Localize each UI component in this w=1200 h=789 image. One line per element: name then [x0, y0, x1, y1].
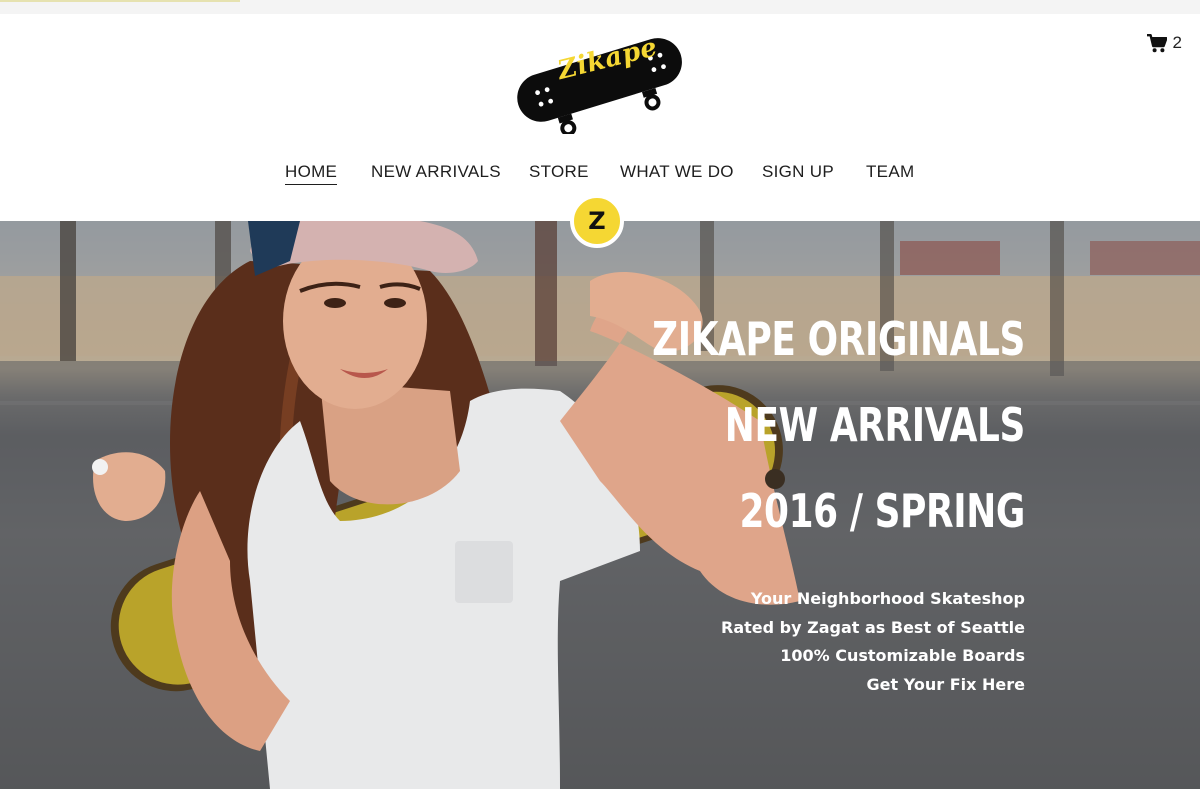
hero-features: Your Neighborhood Skateshop Rated by Zag… — [721, 585, 1025, 699]
site-header: Zikape 2 HOME NEW ARRIVALS STORE WHAT WE… — [0, 14, 1200, 221]
cart-button[interactable]: 2 — [1146, 33, 1182, 53]
cart-icon — [1146, 33, 1167, 53]
nav-item-home[interactable]: HOME — [285, 162, 338, 185]
main-nav: HOME NEW ARRIVALS STORE WHAT WE DO SIGN … — [0, 162, 1200, 186]
hero-feature-2: Rated by Zagat as Best of Seattle — [721, 617, 1025, 637]
hero-headings: ZIKAPE ORIGINALS NEW ARRIVALS 2016 / SPR… — [547, 316, 1025, 534]
hero-feature-4: Get Your Fix Here — [866, 674, 1025, 694]
browser-top-strip — [0, 0, 1200, 14]
nav-item-sign-up[interactable]: SIGN UP — [762, 162, 834, 182]
hero-headline-3: 2016 / SPRING — [739, 484, 1026, 538]
nav-item-new-arrivals[interactable]: NEW ARRIVALS — [371, 162, 501, 182]
hero-headline-2: NEW ARRIVALS — [724, 398, 1026, 452]
load-progress-bar — [0, 0, 240, 2]
skateboard-logo-icon — [517, 38, 682, 134]
hero-headline-1: ZIKAPE ORIGINALS — [652, 312, 1025, 366]
nav-item-store[interactable]: STORE — [529, 162, 589, 182]
hero-feature-1: Your Neighborhood Skateshop — [750, 589, 1025, 608]
cart-count: 2 — [1172, 33, 1182, 52]
hero-feature-3: 100% Customizable Boards — [780, 646, 1025, 665]
skateboard-logo[interactable]: Zikape — [508, 22, 690, 134]
hero-banner: ZIKAPE ORIGINALS NEW ARRIVALS 2016 / SPR… — [0, 221, 1200, 789]
z-badge-icon[interactable]: Z — [570, 194, 624, 248]
nav-item-what-we-do[interactable]: WHAT WE DO — [620, 162, 734, 182]
nav-item-team[interactable]: TEAM — [866, 162, 914, 182]
